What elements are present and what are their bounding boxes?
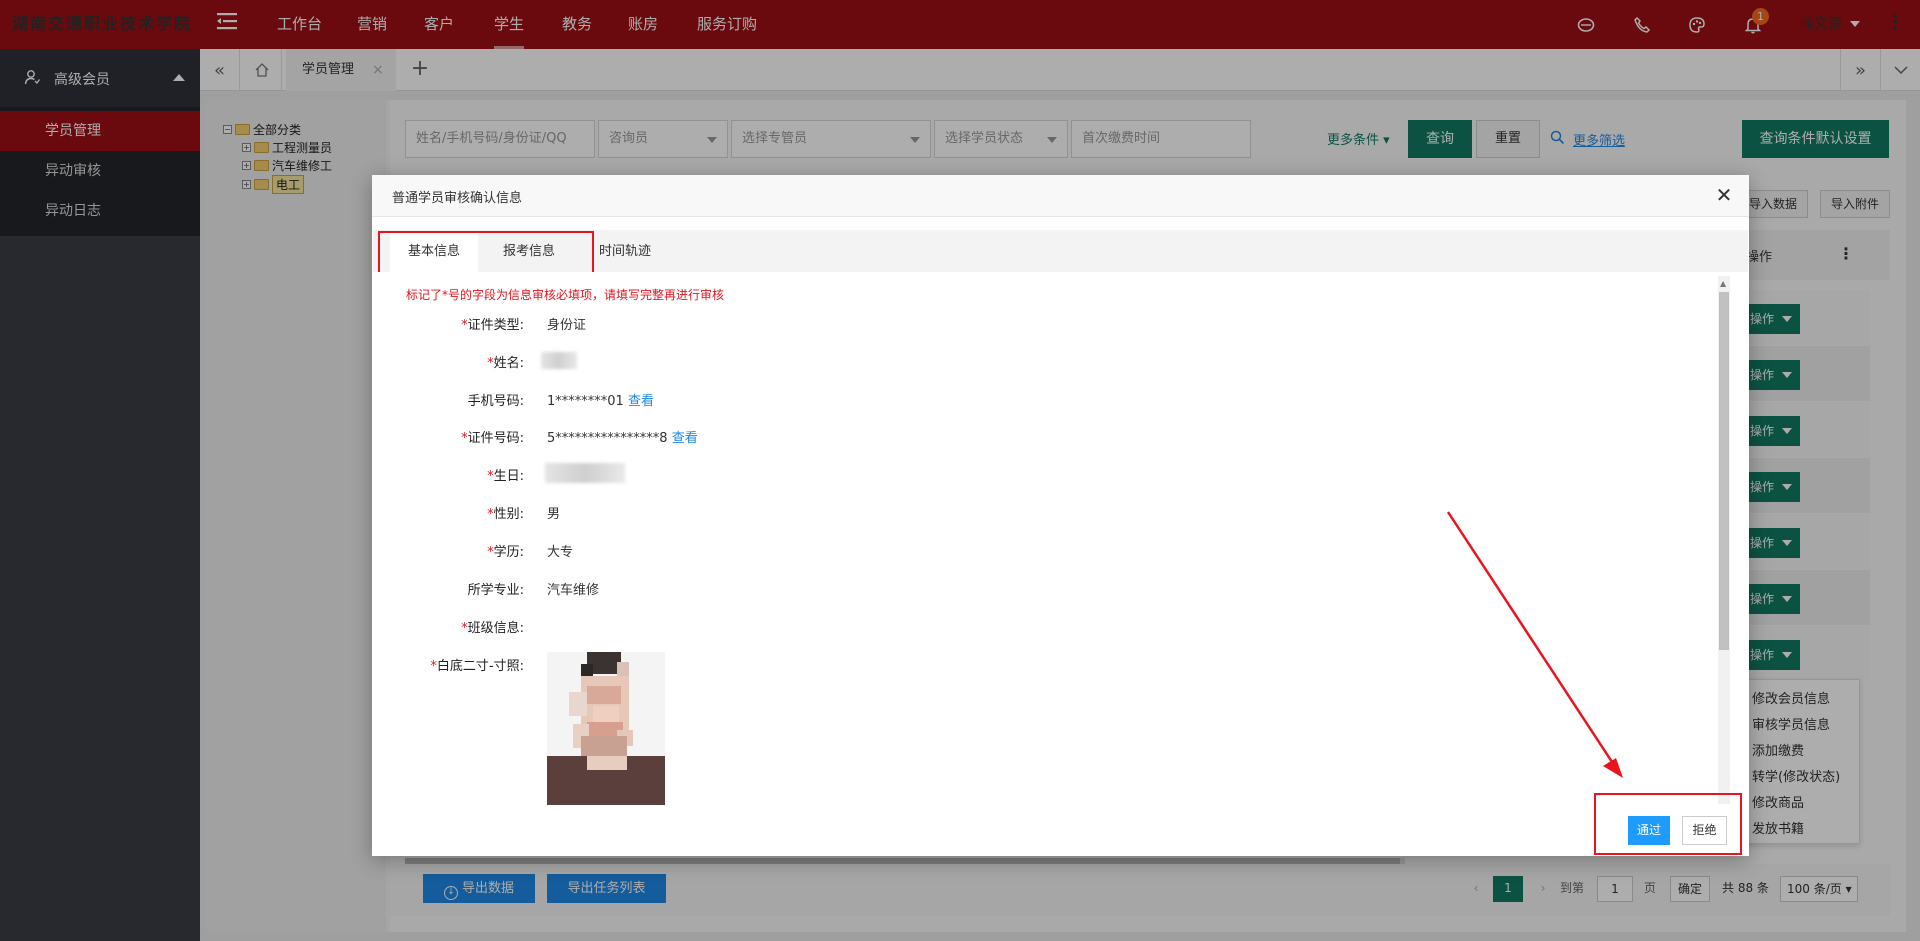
name-value-redacted xyxy=(541,352,577,369)
value-id-type: 身份证 xyxy=(547,318,587,333)
label-education: *学历: xyxy=(334,541,524,560)
label-major: 所学专业: xyxy=(334,579,524,598)
buttons-annotation-box xyxy=(1594,793,1742,855)
label-photo: *白底二寸-寸照: xyxy=(334,655,524,674)
label-class-info: *班级信息: xyxy=(334,617,524,636)
view-id-number-link[interactable]: 查看 xyxy=(672,431,698,446)
label-birthday: *生日: xyxy=(334,465,524,484)
value-id-number: 5****************8 查看 xyxy=(547,427,698,446)
modal-title: 普通学员审核确认信息 xyxy=(392,191,523,206)
student-photo[interactable] xyxy=(547,652,665,805)
label-gender: *性别: xyxy=(334,503,524,522)
form-scrollbar-thumb[interactable] xyxy=(1719,292,1729,650)
label-text: 姓名: xyxy=(493,356,524,371)
label-text: 班级信息: xyxy=(467,621,524,636)
birthday-value-redacted xyxy=(545,463,625,483)
label-text: 手机号码: xyxy=(467,394,524,409)
value-major: 汽车维修 xyxy=(547,583,600,598)
modal-header xyxy=(372,175,1749,217)
close-icon[interactable]: ✕ xyxy=(1712,184,1736,208)
scroll-up-icon[interactable]: ▲ xyxy=(1720,279,1726,288)
label-text: 所学专业: xyxy=(467,583,524,598)
phone-masked: 1********01 xyxy=(547,394,624,409)
view-phone-link[interactable]: 查看 xyxy=(628,394,654,409)
label-text: 证件类型: xyxy=(467,318,524,333)
label-name: *姓名: xyxy=(334,352,524,371)
label-id-number: *证件号码: xyxy=(334,427,524,446)
value-phone: 1********01 查看 xyxy=(547,390,654,409)
id-number-masked: 5****************8 xyxy=(547,431,668,446)
required-fields-warning: 标记了*号的字段为信息审核必填项，请填写完整再进行审核 xyxy=(406,288,725,302)
value-gender: 男 xyxy=(547,507,561,522)
label-text: 性别: xyxy=(493,507,524,522)
tabs-annotation-box xyxy=(378,231,594,277)
label-text: 生日: xyxy=(493,469,524,484)
label-text: 证件号码: xyxy=(467,431,524,446)
label-phone: 手机号码: xyxy=(334,390,524,409)
value-education: 大专 xyxy=(547,545,574,560)
label-id-type: *证件类型: xyxy=(334,314,524,333)
label-text: 学历: xyxy=(493,545,524,560)
label-text: 白底二寸-寸照: xyxy=(436,659,524,674)
